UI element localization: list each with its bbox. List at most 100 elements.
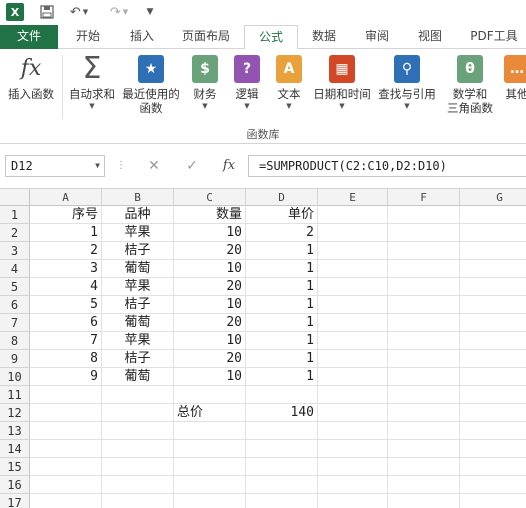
cell-c2[interactable]: 10 [174,224,246,242]
row-header-12[interactable]: 12 [0,404,30,422]
save-icon[interactable] [38,3,56,21]
cell-d9[interactable]: 1 [246,350,318,368]
cell-c1[interactable]: 数量 [174,206,246,224]
cell-c4[interactable]: 10 [174,260,246,278]
insert-function-button[interactable]: fx 插入函数 [4,55,58,102]
cell-e16[interactable] [318,476,388,494]
row-header-5[interactable]: 5 [0,278,30,296]
cell-b1[interactable]: 品种 [102,206,174,224]
cell-f17[interactable] [388,494,460,508]
row-header-7[interactable]: 7 [0,314,30,332]
math-trig-button[interactable]: θ 数学和 三角函数 [442,55,498,115]
column-header-d[interactable]: D [246,189,318,206]
cell-f16[interactable] [388,476,460,494]
autosum-button[interactable]: Σ 自动求和 ▼ [66,54,118,111]
customize-qat-icon[interactable]: ▼ [144,3,156,21]
cell-b8[interactable]: 苹果 [102,332,174,350]
cell-b14[interactable] [102,440,174,458]
cell-d14[interactable] [246,440,318,458]
more-functions-button[interactable]: … 其他 [502,55,526,101]
cancel-icon[interactable]: ✕ [144,156,164,176]
cell-c16[interactable] [174,476,246,494]
cell-d1[interactable]: 单价 [246,206,318,224]
cell-g4[interactable] [460,260,526,278]
cell-e3[interactable] [318,242,388,260]
cell-b4[interactable]: 葡萄 [102,260,174,278]
cell-d17[interactable] [246,494,318,508]
cell-c12[interactable]: 总价 [174,404,246,422]
cell-g11[interactable] [460,386,526,404]
cell-g17[interactable] [460,494,526,508]
row-header-9[interactable]: 9 [0,350,30,368]
tab-pdf-tools[interactable]: PDF工具 [464,25,524,49]
cell-c11[interactable] [174,386,246,404]
cell-b16[interactable] [102,476,174,494]
cell-a9[interactable]: 8 [30,350,102,368]
cell-a5[interactable]: 4 [30,278,102,296]
cell-e10[interactable] [318,368,388,386]
cell-a16[interactable] [30,476,102,494]
recently-used-button[interactable]: ★ 最近使用的 函数 [120,55,182,115]
cell-f7[interactable] [388,314,460,332]
row-header-6[interactable]: 6 [0,296,30,314]
cell-b11[interactable] [102,386,174,404]
column-header-g[interactable]: G [460,189,526,206]
cell-g7[interactable] [460,314,526,332]
cell-f3[interactable] [388,242,460,260]
formula-input[interactable]: =SUMPRODUCT(C2:C10,D2:D10) [248,155,526,177]
cell-f1[interactable] [388,206,460,224]
cell-d6[interactable]: 1 [246,296,318,314]
cell-e9[interactable] [318,350,388,368]
cell-b17[interactable] [102,494,174,508]
cell-a13[interactable] [30,422,102,440]
cell-a6[interactable]: 5 [30,296,102,314]
cell-a4[interactable]: 3 [30,260,102,278]
cell-g2[interactable] [460,224,526,242]
row-header-2[interactable]: 2 [0,224,30,242]
cell-d11[interactable] [246,386,318,404]
cell-e1[interactable] [318,206,388,224]
cell-e12[interactable] [318,404,388,422]
cell-b12[interactable] [102,404,174,422]
cell-d13[interactable] [246,422,318,440]
cell-e15[interactable] [318,458,388,476]
cell-f6[interactable] [388,296,460,314]
cell-g14[interactable] [460,440,526,458]
cell-f8[interactable] [388,332,460,350]
cell-a17[interactable] [30,494,102,508]
cell-c5[interactable]: 20 [174,278,246,296]
insert-function-icon[interactable]: fx [218,156,240,176]
row-header-8[interactable]: 8 [0,332,30,350]
cell-g9[interactable] [460,350,526,368]
name-box-dropdown-icon[interactable]: ▼ [95,156,100,176]
cell-d3[interactable]: 1 [246,242,318,260]
cell-g3[interactable] [460,242,526,260]
tab-page-layout[interactable]: 页面布局 [172,25,240,49]
cell-c6[interactable]: 10 [174,296,246,314]
cell-e4[interactable] [318,260,388,278]
cell-g10[interactable] [460,368,526,386]
cell-d2[interactable]: 2 [246,224,318,242]
column-header-e[interactable]: E [318,189,388,206]
cell-b5[interactable]: 苹果 [102,278,174,296]
cell-a14[interactable] [30,440,102,458]
cell-f11[interactable] [388,386,460,404]
cell-d10[interactable]: 1 [246,368,318,386]
cell-a12[interactable] [30,404,102,422]
column-header-a[interactable]: A [30,189,102,206]
cell-c9[interactable]: 20 [174,350,246,368]
excel-logo-icon[interactable]: X [6,3,24,21]
cell-b2[interactable]: 苹果 [102,224,174,242]
cell-a15[interactable] [30,458,102,476]
cell-e17[interactable] [318,494,388,508]
tab-formulas[interactable]: 公式 [244,25,298,50]
lookup-reference-button[interactable]: ⚲ 查找与引用 ▼ [376,55,438,111]
cell-b6[interactable]: 桔子 [102,296,174,314]
tab-data[interactable]: 数据 [300,25,348,49]
cell-b10[interactable]: 葡萄 [102,368,174,386]
cell-c17[interactable] [174,494,246,508]
cell-f14[interactable] [388,440,460,458]
column-header-b[interactable]: B [102,189,174,206]
cell-c10[interactable]: 10 [174,368,246,386]
cell-c7[interactable]: 20 [174,314,246,332]
